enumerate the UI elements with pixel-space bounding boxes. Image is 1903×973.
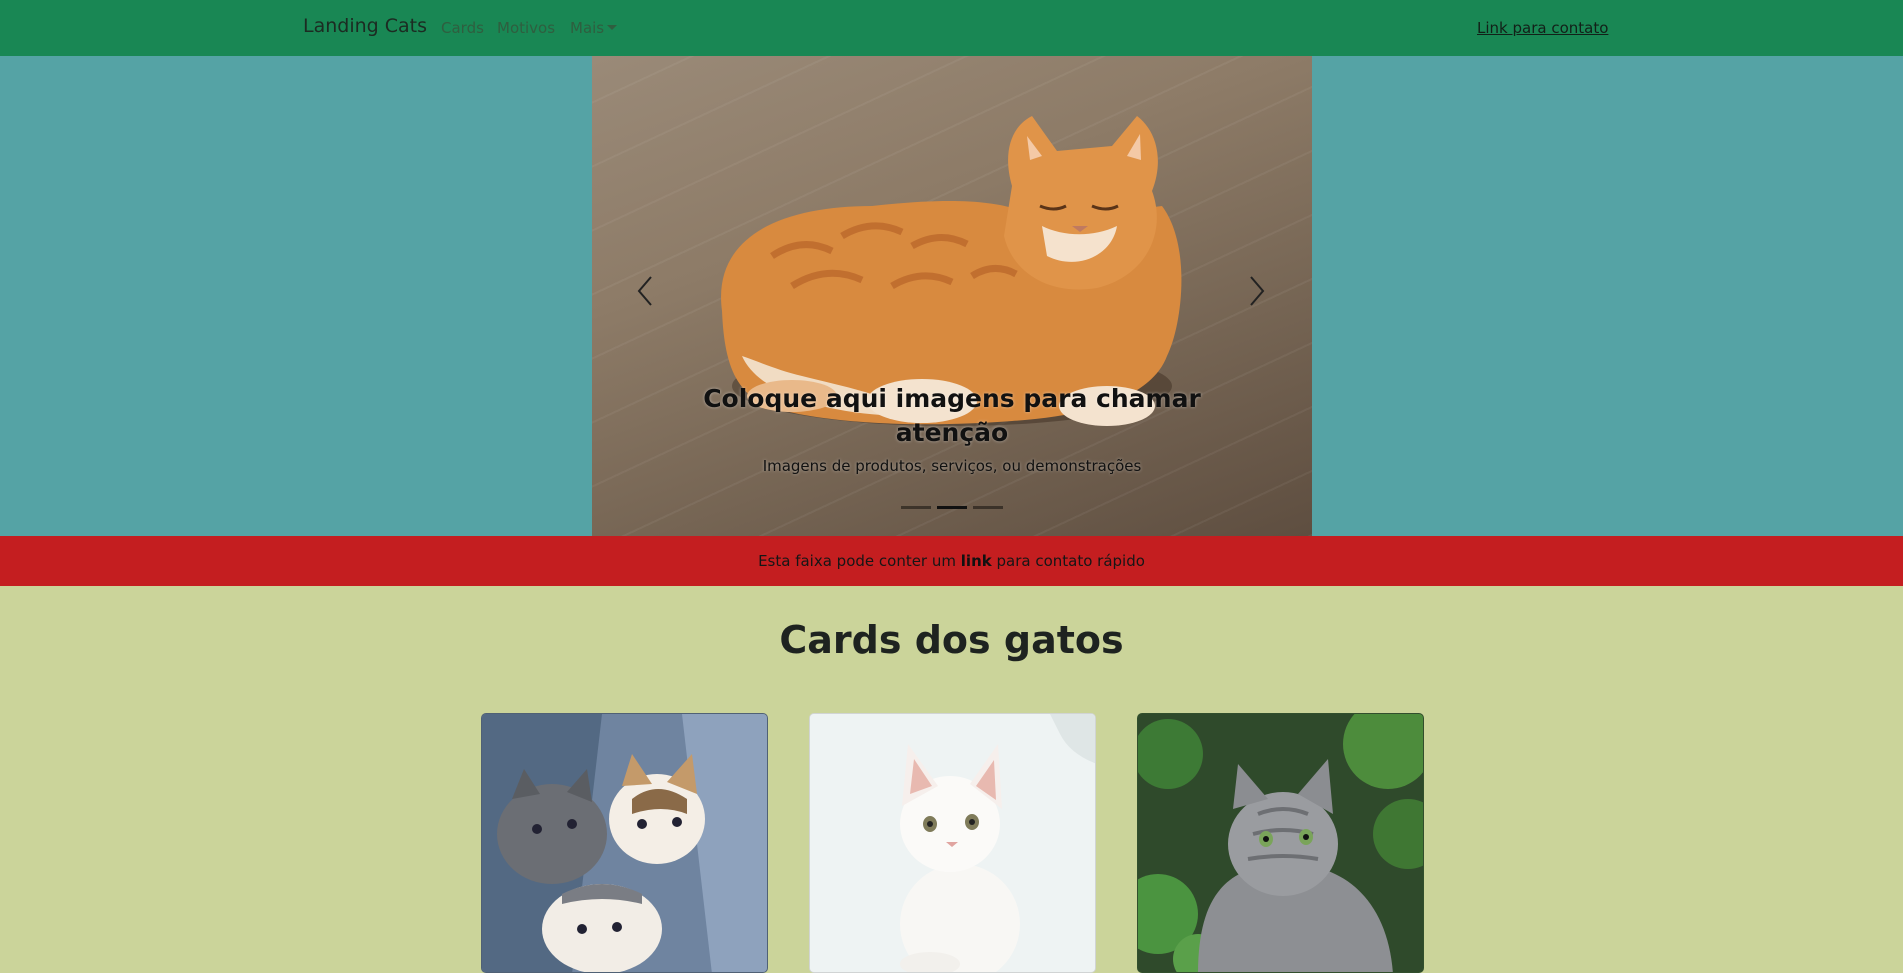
band-text-suffix: para contato rápido [996, 552, 1145, 570]
contact-band: Esta faixa pode conter um link para cont… [0, 536, 1903, 586]
carousel-indicator-active[interactable] [937, 506, 967, 509]
cat-card[interactable] [1137, 713, 1424, 973]
band-text-prefix: Esta faixa pode conter um [758, 552, 956, 570]
carousel-indicator[interactable] [973, 506, 1003, 509]
carousel-indicators [901, 506, 1003, 509]
carousel-indicator[interactable] [901, 506, 931, 509]
cat-card[interactable] [481, 713, 768, 973]
carousel-prev-button[interactable] [625, 261, 665, 321]
navbar: Landing Cats Cards Motivos Mais Link par… [0, 0, 1903, 56]
nav-link-cards[interactable]: Cards [441, 19, 484, 37]
kittens-image [482, 714, 767, 972]
band-link[interactable]: link [961, 552, 992, 570]
nav-link-motivos[interactable]: Motivos [497, 19, 555, 37]
grey-cat-image [1138, 714, 1423, 972]
contact-link[interactable]: Link para contato [1477, 19, 1608, 37]
section-title: Cards dos gatos [779, 618, 1124, 662]
hero-section: Coloque aqui imagens para chamar atenção… [0, 56, 1903, 536]
carousel-caption-title: Coloque aqui imagens para chamar atenção [703, 384, 1201, 447]
caret-down-icon [607, 25, 618, 30]
carousel-caption-text: Imagens de produtos, serviços, ou demons… [762, 457, 1142, 475]
cat-card[interactable] [809, 713, 1096, 973]
chevron-left-icon [637, 276, 652, 306]
chevron-right-icon [1250, 276, 1265, 306]
navbar-brand[interactable]: Landing Cats [303, 15, 427, 37]
nav-dropdown-mais[interactable]: Mais [570, 19, 618, 37]
carousel-next-button[interactable] [1237, 261, 1277, 321]
carousel: Coloque aqui imagens para chamar atenção… [592, 56, 1312, 536]
white-cat-image [810, 714, 1095, 972]
nav-dropdown-label: Mais [570, 19, 605, 37]
